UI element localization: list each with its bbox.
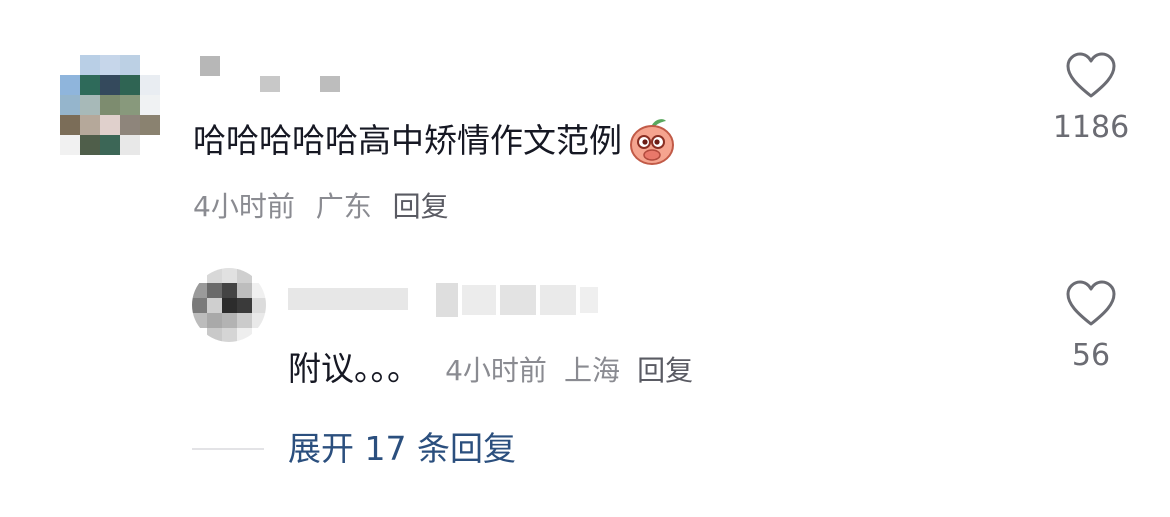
reply-line: 附议。。。 4小时前 上海 回复 xyxy=(288,343,705,401)
heart-icon[interactable] xyxy=(1065,280,1117,328)
reply-like-button[interactable]: 56 xyxy=(1036,280,1146,376)
reply-time: 4小时前 xyxy=(445,354,547,387)
comment-meta: 4小时前 广东 回复 xyxy=(193,185,461,229)
expand-replies-button[interactable]: 展开 17 条回复 xyxy=(288,424,516,474)
reply-text: 附议。。。 xyxy=(288,349,420,388)
like-count: 1186 xyxy=(1052,110,1130,145)
reply-location: 上海 xyxy=(564,354,621,387)
like-button[interactable]: 1186 xyxy=(1036,52,1146,148)
reply-avatar[interactable] xyxy=(192,268,266,342)
comment-body: 哈哈哈哈哈高中矫情作文范例 xyxy=(193,121,622,160)
reply-button[interactable]: 回复 xyxy=(393,190,449,223)
divider xyxy=(192,448,264,450)
reply-reply-button[interactable]: 回复 xyxy=(637,354,693,387)
comment-time: 4小时前 xyxy=(193,190,295,223)
expand-replies-row[interactable]: 展开 17 条回复 xyxy=(192,424,516,474)
avatar[interactable] xyxy=(60,55,160,155)
heart-icon[interactable] xyxy=(1065,52,1117,100)
reply-like-count: 56 xyxy=(1071,338,1111,373)
comment-location: 广东 xyxy=(315,190,372,223)
peach-face-icon xyxy=(630,119,674,165)
comment-text: 哈哈哈哈哈高中矫情作文范例 xyxy=(193,112,678,170)
